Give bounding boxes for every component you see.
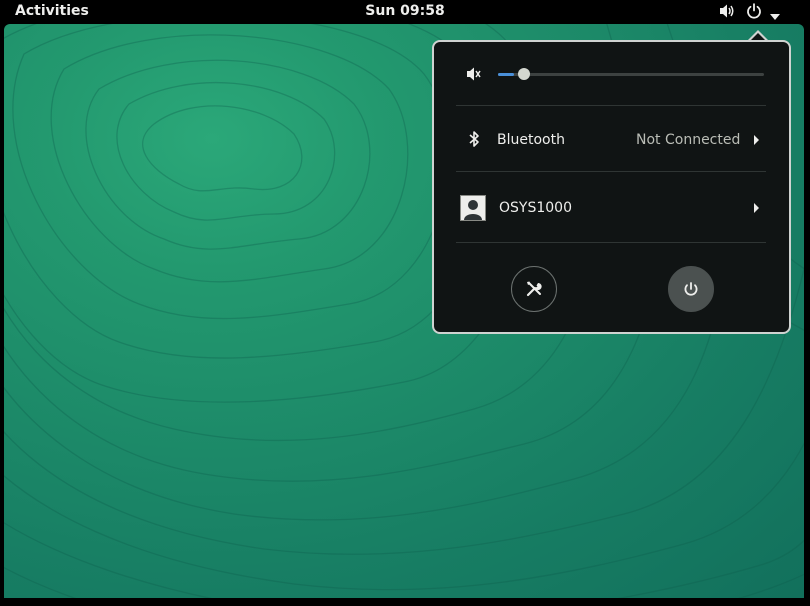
- chevron-down-icon: [770, 8, 780, 24]
- speaker-volume-icon: [718, 3, 736, 23]
- system-menu: Bluetooth Not Connected OSYS1000: [432, 40, 791, 334]
- bluetooth-label: Bluetooth: [497, 132, 565, 148]
- separator: [456, 105, 766, 106]
- screen: Activities Sun 09:58 Bluetooth Not Conne…: [0, 0, 810, 606]
- top-bar: Activities Sun 09:58: [0, 0, 810, 24]
- volume-slider[interactable]: [498, 68, 764, 80]
- chevron-right-icon: [754, 203, 759, 213]
- volume-slider-fill: [498, 73, 514, 76]
- separator: [456, 171, 766, 172]
- volume-row: [434, 54, 789, 94]
- bluetooth-row[interactable]: Bluetooth Not Connected: [434, 120, 789, 160]
- speaker-muted-icon[interactable]: [466, 66, 482, 86]
- volume-slider-handle[interactable]: [517, 68, 530, 80]
- separator: [456, 242, 766, 243]
- bluetooth-icon: [468, 130, 480, 152]
- power-icon: [746, 3, 762, 23]
- clock[interactable]: Sun 09:58: [0, 3, 810, 19]
- avatar-icon: [460, 195, 486, 221]
- user-row[interactable]: OSYS1000: [434, 188, 789, 228]
- power-off-button[interactable]: [668, 266, 714, 312]
- system-status-area[interactable]: [718, 0, 810, 24]
- chevron-right-icon: [754, 135, 759, 145]
- settings-button[interactable]: [511, 266, 557, 312]
- bluetooth-status: Not Connected: [636, 132, 741, 148]
- user-name-label: OSYS1000: [499, 200, 572, 216]
